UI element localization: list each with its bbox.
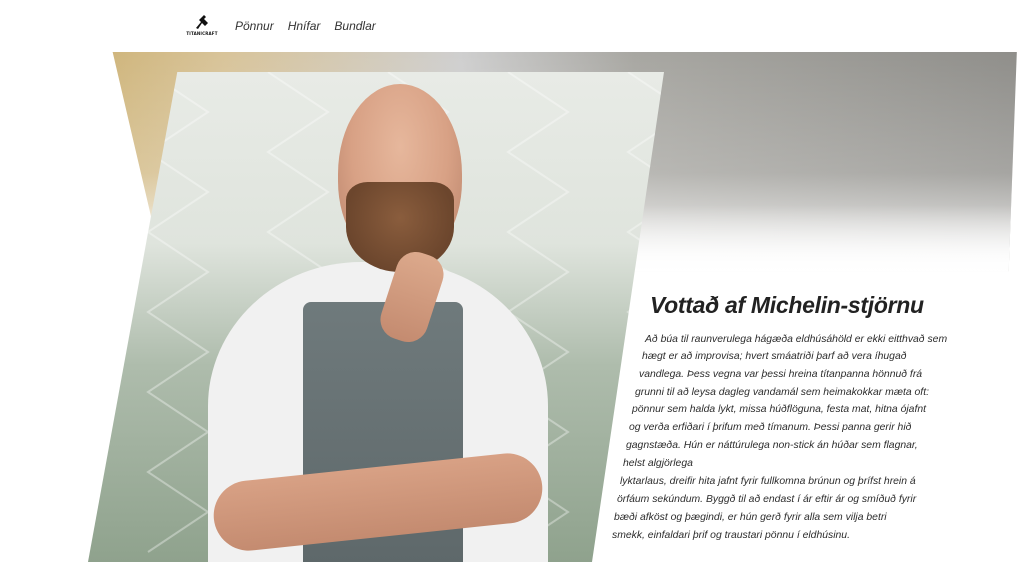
body-line-9: lyktarlaus, dreifir hita jafnt fyrir ful…: [620, 476, 916, 487]
body-line-4: grunni til að leysa dagleg vandamál sem …: [635, 387, 929, 398]
body-line-5: pönnur sem halda lykt, missa húðflöguna,…: [632, 404, 926, 415]
brand-logo[interactable]: TITANICRAFT: [186, 14, 218, 38]
body-line-3: vandlega. Þess vegna var þessi hreina tí…: [639, 369, 923, 380]
body-line-12: smekk, einfaldari þrif og traustari pönn…: [612, 530, 850, 541]
nav-link-bundlar[interactable]: Bundlar: [334, 19, 375, 33]
body-line-1: Að búa til raunverulega hágæða eldhúsáhö…: [645, 334, 948, 345]
main-nav: Pönnur Hnífar Bundlar: [235, 19, 376, 33]
body-line-2: hægt er að improvisa; hvert smáatriði þa…: [642, 351, 907, 362]
body-line-8: helst algjörlega: [623, 458, 693, 469]
photo-tile-wall: [88, 72, 664, 562]
logo-mark-icon: [196, 15, 208, 29]
body-line-11: bæði afköst og þægindi, er hún gerð fyri…: [614, 512, 887, 523]
site-header: TITANICRAFT Pönnur Hnífar Bundlar: [0, 0, 1024, 52]
nav-link-hnifar[interactable]: Hnífar: [288, 19, 321, 33]
chef-photo: [88, 72, 664, 562]
body-line-10: örfáum sekúndum. Byggð til að endast í á…: [617, 494, 917, 505]
body-line-6: og verða erfiðari í þrifum með tímanum. …: [629, 422, 912, 433]
body-line-7: gagnstæða. Hún er náttúrulega non-stick …: [626, 440, 918, 451]
hero-title: Vottað af Michelin-stjörnu: [650, 292, 924, 318]
nav-link-ponnur[interactable]: Pönnur: [235, 19, 274, 33]
logo-text: TITANICRAFT: [186, 31, 218, 36]
